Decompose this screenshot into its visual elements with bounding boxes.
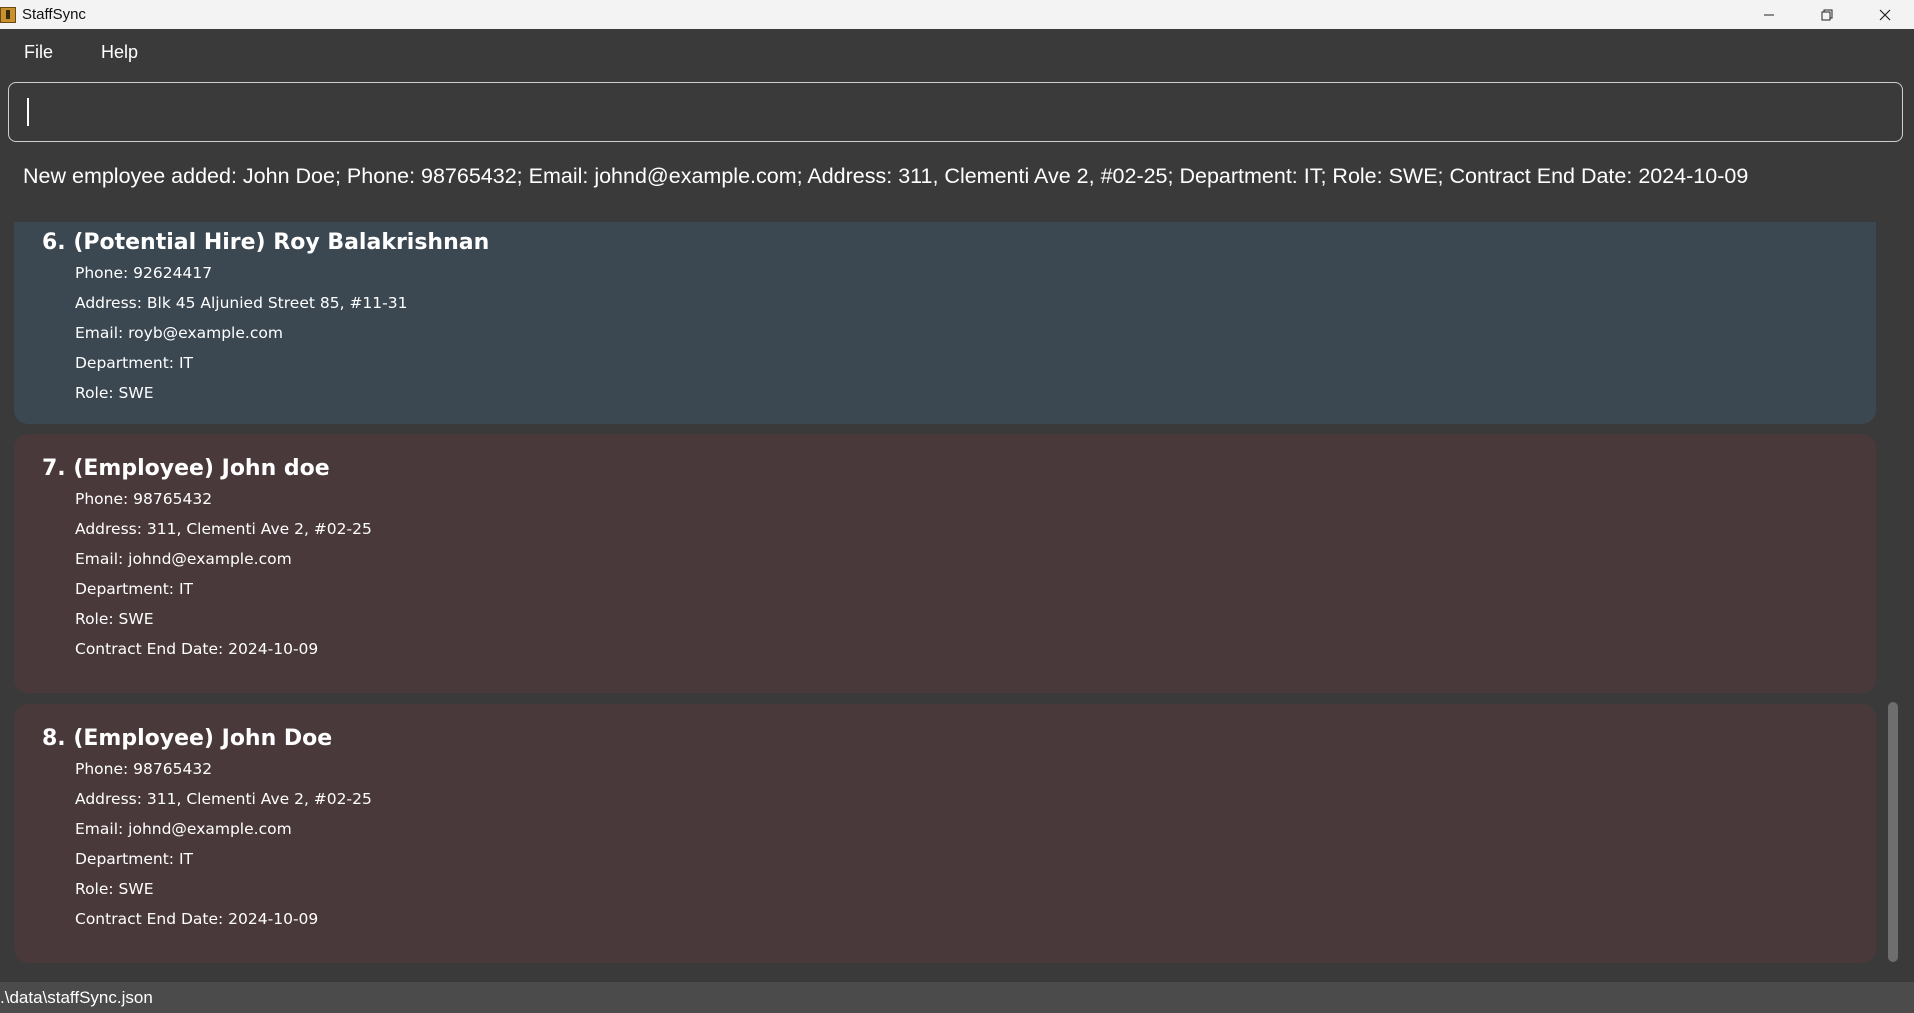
minimize-icon bbox=[1764, 14, 1774, 15]
restore-icon bbox=[1821, 9, 1833, 20]
text-caret bbox=[27, 98, 29, 126]
person-card[interactable]: 7. (Employee) John doe Phone: 98765432 A… bbox=[14, 434, 1876, 693]
result-display: New employee added: John Doe; Phone: 987… bbox=[0, 150, 1914, 222]
card-title: 7. (Employee) John doe bbox=[42, 456, 330, 481]
card-department: Department: IT bbox=[75, 580, 193, 598]
card-address: Address: Blk 45 Aljunied Street 85, #11-… bbox=[75, 294, 408, 312]
window-controls bbox=[1740, 0, 1914, 29]
card-contract-end: Contract End Date: 2024-10-09 bbox=[75, 640, 319, 658]
menu-bar: File Help bbox=[0, 29, 1914, 75]
card-department: Department: IT bbox=[75, 850, 193, 868]
status-bar: .\data\staffSync.json bbox=[0, 982, 1914, 1013]
result-message: New employee added: John Doe; Phone: 987… bbox=[23, 164, 1749, 188]
card-title: 8. (Employee) John Doe bbox=[42, 726, 333, 751]
card-email: Email: johnd@example.com bbox=[75, 820, 292, 838]
minimize-button[interactable] bbox=[1740, 0, 1798, 29]
card-role: Role: SWE bbox=[75, 384, 154, 402]
close-icon bbox=[1879, 9, 1891, 20]
card-phone: Phone: 98765432 bbox=[75, 760, 213, 778]
card-phone: Phone: 92624417 bbox=[75, 264, 213, 282]
card-address: Address: 311, Clementi Ave 2, #02-25 bbox=[75, 520, 372, 538]
window-title: StaffSync bbox=[22, 6, 86, 23]
card-role: Role: SWE bbox=[75, 880, 154, 898]
command-input[interactable] bbox=[31, 83, 1891, 141]
restore-button[interactable] bbox=[1798, 0, 1856, 29]
app-icon bbox=[0, 6, 16, 23]
menu-file[interactable]: File bbox=[0, 29, 77, 75]
card-department: Department: IT bbox=[75, 354, 193, 372]
save-location: .\data\staffSync.json bbox=[0, 987, 153, 1007]
close-button[interactable] bbox=[1856, 0, 1914, 29]
person-list[interactable]: 6. (Potential Hire) Roy Balakrishnan Pho… bbox=[0, 222, 1914, 980]
card-phone: Phone: 98765432 bbox=[75, 490, 213, 508]
person-card[interactable]: 8. (Employee) John Doe Phone: 98765432 A… bbox=[14, 704, 1876, 963]
card-role: Role: SWE bbox=[75, 610, 154, 628]
scrollbar-thumb[interactable] bbox=[1888, 702, 1898, 962]
card-email: Email: johnd@example.com bbox=[75, 550, 292, 568]
person-card[interactable]: 6. (Potential Hire) Roy Balakrishnan Pho… bbox=[14, 222, 1876, 424]
card-title: 6. (Potential Hire) Roy Balakrishnan bbox=[42, 230, 490, 255]
menu-help[interactable]: Help bbox=[77, 29, 162, 75]
card-contract-end: Contract End Date: 2024-10-09 bbox=[75, 910, 319, 928]
card-address: Address: 311, Clementi Ave 2, #02-25 bbox=[75, 790, 372, 808]
command-box[interactable] bbox=[8, 82, 1903, 142]
title-bar: StaffSync bbox=[0, 0, 1914, 29]
card-email: Email: royb@example.com bbox=[75, 324, 283, 342]
